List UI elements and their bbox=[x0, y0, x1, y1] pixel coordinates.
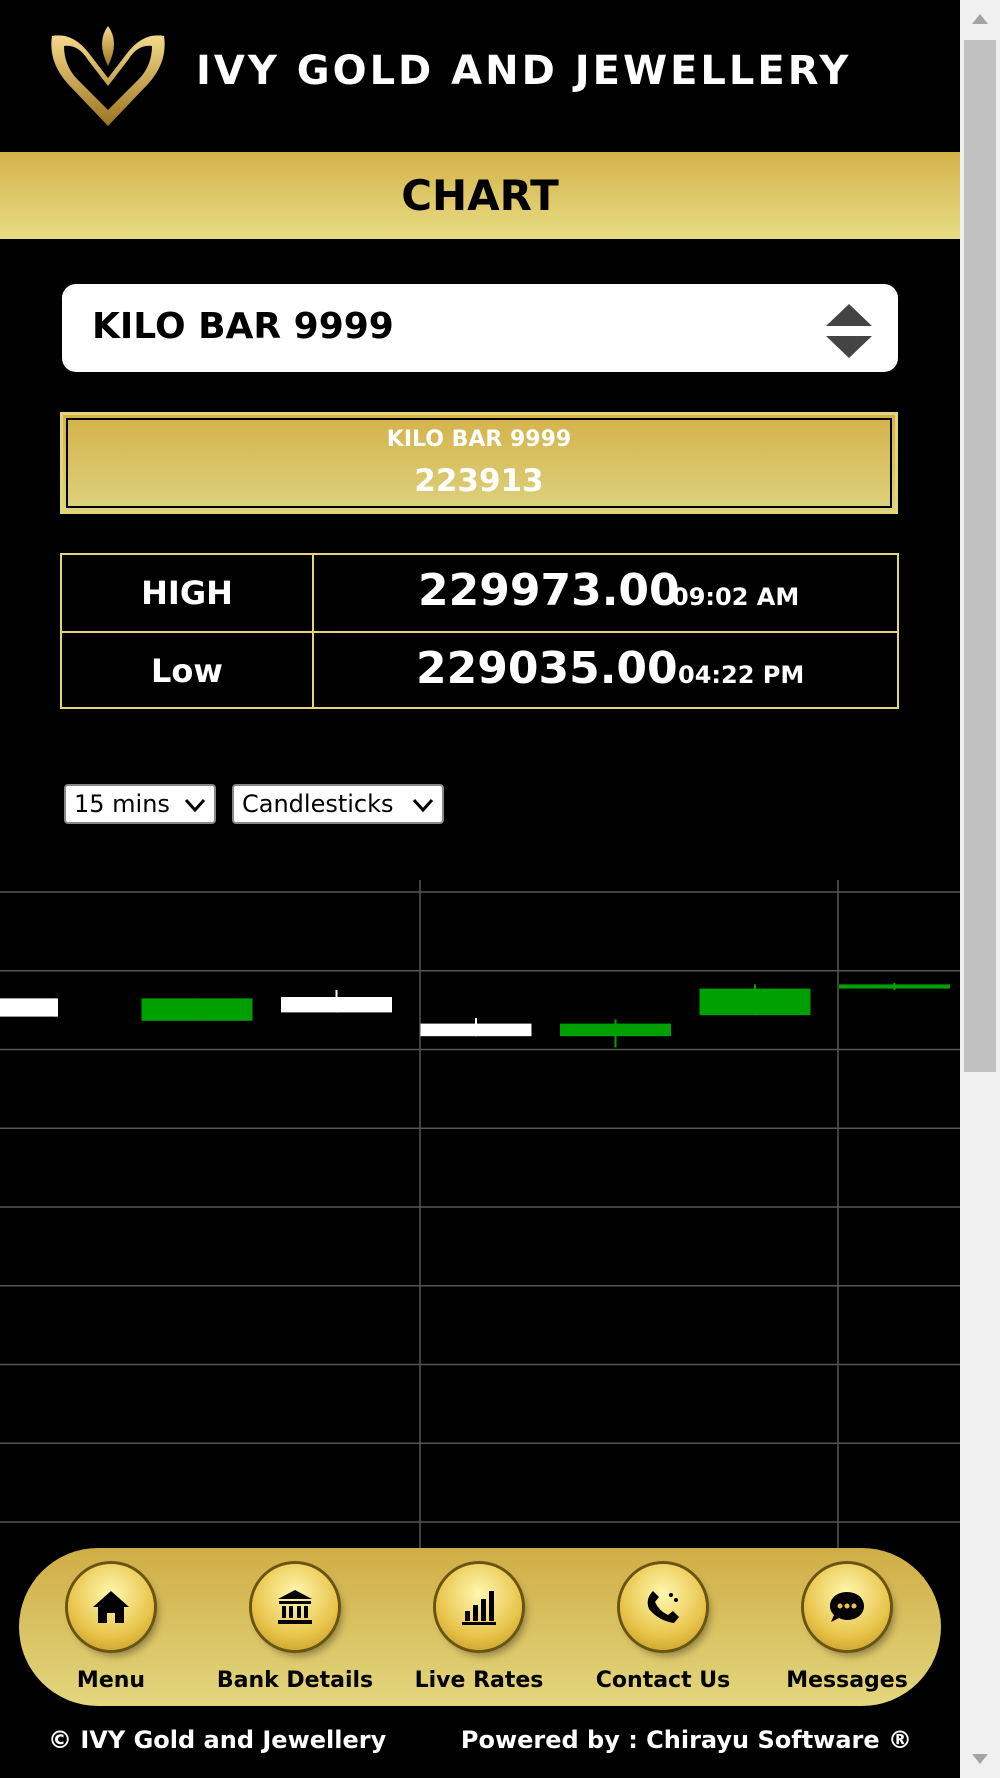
phone-icon bbox=[647, 1591, 679, 1623]
product-select-value: KILO BAR 9999 bbox=[92, 306, 394, 347]
chart-type-select[interactable]: Candlesticks bbox=[232, 784, 444, 824]
high-label: HIGH bbox=[62, 555, 314, 631]
rate-card-name: KILO BAR 9999 bbox=[386, 427, 572, 452]
nav-live-label: Live Rates bbox=[414, 1668, 544, 1693]
nav-contact-badge bbox=[620, 1564, 706, 1650]
nav-messages-label: Messages bbox=[786, 1668, 908, 1693]
rate-card: KILO BAR 9999 223913 bbox=[60, 412, 898, 514]
nav-bank-details[interactable]: Bank Details bbox=[203, 1548, 387, 1706]
page-title-band: CHART bbox=[0, 152, 960, 239]
footer-copyright: © IVY Gold and Jewellery bbox=[48, 1726, 387, 1754]
candle-down bbox=[420, 1023, 532, 1037]
candle-down bbox=[281, 997, 392, 1013]
scroll-down-arrow-icon[interactable] bbox=[972, 1754, 988, 1764]
scroll-up-arrow-icon[interactable] bbox=[972, 14, 988, 24]
chevron-down-icon bbox=[412, 798, 434, 813]
nav-menu[interactable]: Menu bbox=[19, 1548, 203, 1706]
interval-select-value: 15 mins bbox=[74, 790, 170, 818]
bar-chart-icon bbox=[462, 1591, 496, 1625]
footer-powered-by: Powered by : Chirayu Software ® bbox=[460, 1726, 912, 1754]
scroll-thumb[interactable] bbox=[964, 40, 996, 1072]
nav-menu-label: Menu bbox=[76, 1668, 146, 1693]
nav-live-badge bbox=[436, 1564, 522, 1650]
home-icon bbox=[93, 1591, 129, 1623]
nav-messages-badge bbox=[804, 1564, 890, 1650]
chat-icon bbox=[830, 1592, 864, 1622]
ivy-logo-icon bbox=[51, 26, 165, 127]
nav-bank-label: Bank Details bbox=[216, 1668, 374, 1693]
candle-up bbox=[560, 1023, 671, 1037]
chart-type-select-value: Candlesticks bbox=[242, 790, 394, 818]
candle-up bbox=[839, 984, 950, 989]
low-label: Low bbox=[62, 633, 314, 709]
chevron-down-icon bbox=[184, 798, 206, 813]
select-arrows-icon bbox=[826, 304, 872, 358]
nav-menu-badge bbox=[68, 1564, 154, 1650]
low-time: 04:22 PM bbox=[678, 661, 805, 689]
bottom-nav: Menu Bank Details Live Rates Contact Us … bbox=[19, 1548, 941, 1706]
scrollbar[interactable] bbox=[960, 0, 1000, 1778]
high-time: 09:02 AM bbox=[672, 583, 800, 611]
high-low-table: HIGH 229973.00 09:02 AM Low 229035.00 04… bbox=[60, 553, 899, 709]
candlestick-chart[interactable] bbox=[0, 880, 960, 1550]
candle-up bbox=[141, 998, 253, 1021]
high-value: 229973.00 bbox=[418, 565, 680, 616]
product-select[interactable]: KILO BAR 9999 bbox=[62, 284, 898, 372]
brand-name: IVY GOLD AND JEWELLERY bbox=[196, 48, 852, 94]
nav-bank-badge bbox=[252, 1564, 338, 1650]
nav-live-rates[interactable]: Live Rates bbox=[387, 1548, 571, 1706]
candle-down bbox=[0, 998, 58, 1017]
candle-up bbox=[699, 988, 811, 1016]
app-header: IVY GOLD AND JEWELLERY bbox=[0, 0, 960, 152]
rate-card-value: 223913 bbox=[414, 463, 544, 499]
nav-contact-label: Contact Us bbox=[595, 1668, 731, 1693]
interval-select[interactable]: 15 mins bbox=[64, 784, 216, 824]
nav-contact-us[interactable]: Contact Us bbox=[571, 1548, 755, 1706]
bank-icon bbox=[278, 1590, 312, 1624]
low-row: Low 229035.00 04:22 PM bbox=[62, 633, 897, 709]
page-title: CHART bbox=[401, 171, 559, 220]
high-row: HIGH 229973.00 09:02 AM bbox=[62, 555, 897, 633]
low-value: 229035.00 bbox=[416, 643, 678, 694]
nav-messages[interactable]: Messages bbox=[755, 1548, 939, 1706]
